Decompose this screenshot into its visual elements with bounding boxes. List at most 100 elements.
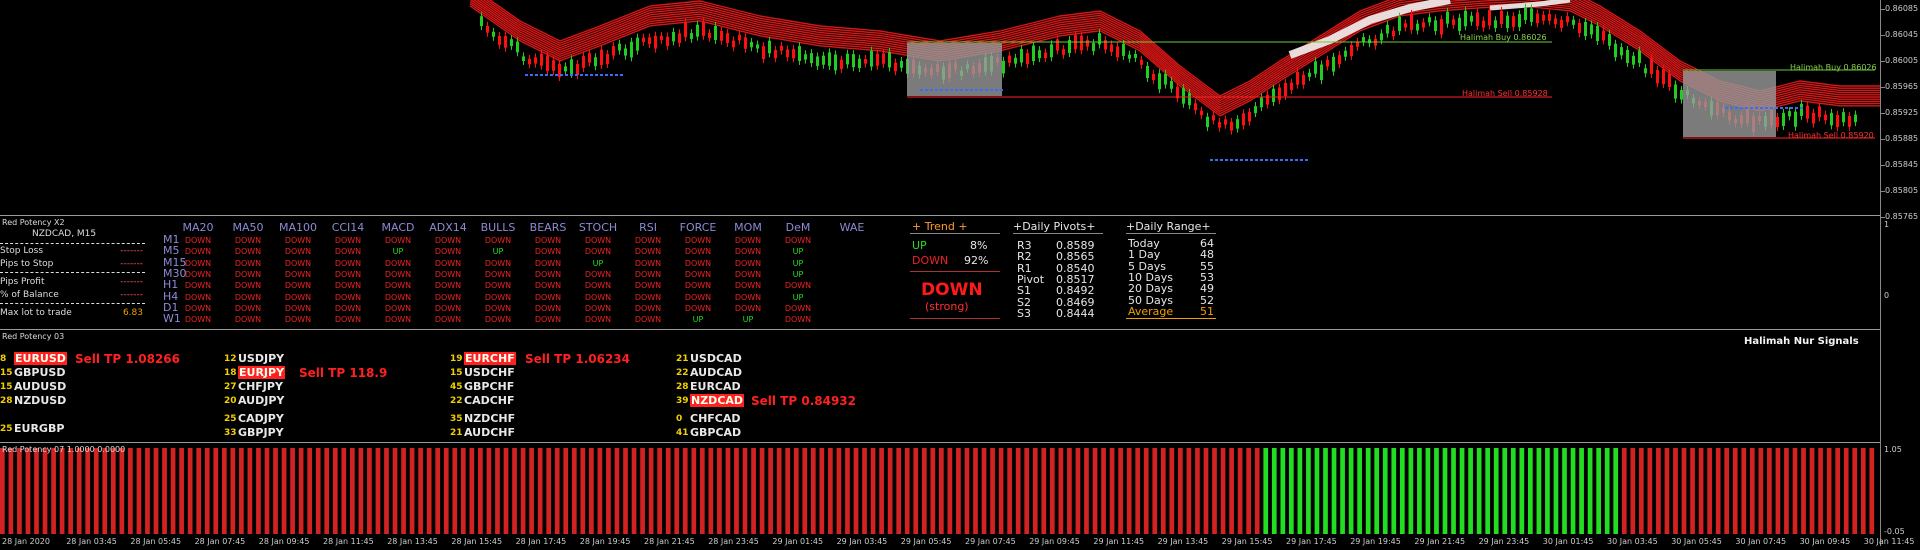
price-axis-label: 0.86005 xyxy=(1885,56,1919,65)
signal-pair[interactable]: AUDCHF xyxy=(464,426,515,439)
histogram-bar xyxy=(1212,448,1217,534)
histogram-bar xyxy=(375,448,381,534)
risk-row-label: Pips to Stop xyxy=(0,259,54,269)
time-axis-label: 29 Jan 21:45 xyxy=(1414,537,1466,546)
signal-pair[interactable]: GBPCAD xyxy=(690,426,741,439)
candle-body xyxy=(1800,103,1803,116)
pane-separator[interactable] xyxy=(0,215,1880,216)
candle-body xyxy=(1314,61,1317,74)
signal-pair[interactable]: CADJPY xyxy=(238,412,284,425)
signal-pair[interactable]: GBPCHF xyxy=(464,380,514,393)
candle-body xyxy=(606,54,609,64)
candle-body xyxy=(1020,49,1023,63)
candle-body xyxy=(1590,24,1593,35)
indicator-cell: DOWN xyxy=(534,269,562,279)
potency-histogram[interactable] xyxy=(0,446,1880,536)
indicator-cell: UP xyxy=(692,315,704,325)
candle-body xyxy=(1116,46,1119,58)
histogram-bar xyxy=(802,448,808,534)
signal-pair[interactable]: EURCHF xyxy=(464,352,516,365)
candle-body xyxy=(1386,24,1389,34)
risk-row-value: ------- xyxy=(120,246,143,256)
histogram-bar xyxy=(1229,448,1234,534)
signal-pair[interactable]: CADCHF xyxy=(464,394,515,407)
divider xyxy=(0,272,145,273)
indicator-cell: DOWN xyxy=(234,258,262,268)
signal-pair[interactable]: EURJPY xyxy=(238,366,286,379)
histogram-bar xyxy=(1015,448,1021,534)
indicator-cell: DOWN xyxy=(434,247,462,257)
trend-up-label: UP xyxy=(912,239,927,252)
signal-pair[interactable]: GBPJPY xyxy=(238,426,284,439)
histogram-bar xyxy=(443,448,449,534)
candle-body xyxy=(582,56,585,68)
indicator-cell: UP xyxy=(592,258,604,268)
candle-body xyxy=(1500,10,1503,25)
pane-separator[interactable] xyxy=(0,329,1880,330)
histogram-bar xyxy=(606,448,611,534)
price-axis[interactable]: 0.86085 0.86045 0.86005 0.85965 0.85925 0.858… xyxy=(1880,0,1920,546)
signal-pair[interactable]: USDCAD xyxy=(690,352,742,365)
pane-separator[interactable] xyxy=(0,442,1880,443)
histogram-bar xyxy=(1263,448,1269,534)
signal-pair[interactable]: CHFJPY xyxy=(238,380,283,393)
histogram-bar xyxy=(1485,448,1491,534)
candle-body xyxy=(1272,88,1275,103)
indicator-cell: DOWN xyxy=(534,303,562,313)
time-axis-label: 29 Jan 03:45 xyxy=(836,537,888,546)
candle-body xyxy=(1104,40,1107,50)
candle-body xyxy=(810,53,813,64)
histogram-bar xyxy=(776,448,782,534)
histogram-bar xyxy=(290,448,295,534)
signal-pair[interactable]: EURUSD xyxy=(14,352,67,365)
potency-axis-bottom: 0 xyxy=(1884,291,1890,300)
histogram-bar xyxy=(930,448,936,534)
signal-pair[interactable]: USDJPY xyxy=(238,352,284,365)
indicator-cell: DOWN xyxy=(684,303,712,313)
candle-body xyxy=(792,49,795,59)
signal-pair[interactable]: AUDCAD xyxy=(690,366,742,379)
time-axis-label: 29 Jan 17:45 xyxy=(1286,537,1337,546)
time-axis-label: 29 Jan 13:45 xyxy=(1157,537,1209,546)
signal-pair[interactable]: NZDUSD xyxy=(14,394,66,407)
histogram-bar xyxy=(213,448,219,534)
histogram-bar xyxy=(1007,448,1012,534)
histogram-bar xyxy=(1536,448,1542,534)
indicator-cell: DOWN xyxy=(734,281,762,291)
signal-count: 20 xyxy=(224,396,237,406)
histogram-bar xyxy=(1382,448,1388,534)
candle-body xyxy=(588,53,591,63)
histogram-bar xyxy=(1707,448,1712,534)
signal-pair[interactable]: AUDJPY xyxy=(238,394,284,407)
price-chart[interactable] xyxy=(0,0,1880,214)
signal-action: Sell TP 0.84932 xyxy=(751,394,856,408)
signal-pair[interactable]: CHFCAD xyxy=(690,412,741,425)
histogram-bar xyxy=(708,448,714,534)
signal-pair[interactable]: EURGBP xyxy=(14,422,64,435)
candle-body xyxy=(702,21,705,36)
pivots-header: +Daily Pivots+ xyxy=(1013,220,1096,233)
histogram-bar xyxy=(1801,448,1806,534)
candle-body xyxy=(528,58,531,65)
candle-body xyxy=(1200,110,1203,116)
candle-body xyxy=(1224,119,1227,125)
candle-body xyxy=(1782,112,1785,127)
indicator-cell: DOWN xyxy=(184,247,212,257)
histogram-bar xyxy=(1826,448,1832,534)
time-axis-label: 28 Jan 21:45 xyxy=(644,537,695,546)
signal-pair[interactable]: NZDCAD xyxy=(690,394,745,407)
signal-pair[interactable]: EURCAD xyxy=(690,380,741,393)
candle-body xyxy=(732,40,735,48)
signal-pair[interactable]: GBPUSD xyxy=(14,366,65,379)
indicator-cell: DOWN xyxy=(434,315,462,325)
signal-pair[interactable]: AUDUSD xyxy=(14,380,66,393)
time-axis-label: 30 Jan 05:45 xyxy=(1671,537,1722,546)
signal-pair[interactable]: USDCHF xyxy=(464,366,515,379)
candle-body xyxy=(1680,89,1683,100)
indicator-cell: UP xyxy=(792,292,804,302)
histogram-bar xyxy=(196,448,202,534)
signal-pair[interactable]: NZDCHF xyxy=(464,412,515,425)
column-header-adx14: ADX14 xyxy=(429,221,467,234)
signal-count: 22 xyxy=(676,368,689,378)
candle-body xyxy=(1404,23,1407,28)
